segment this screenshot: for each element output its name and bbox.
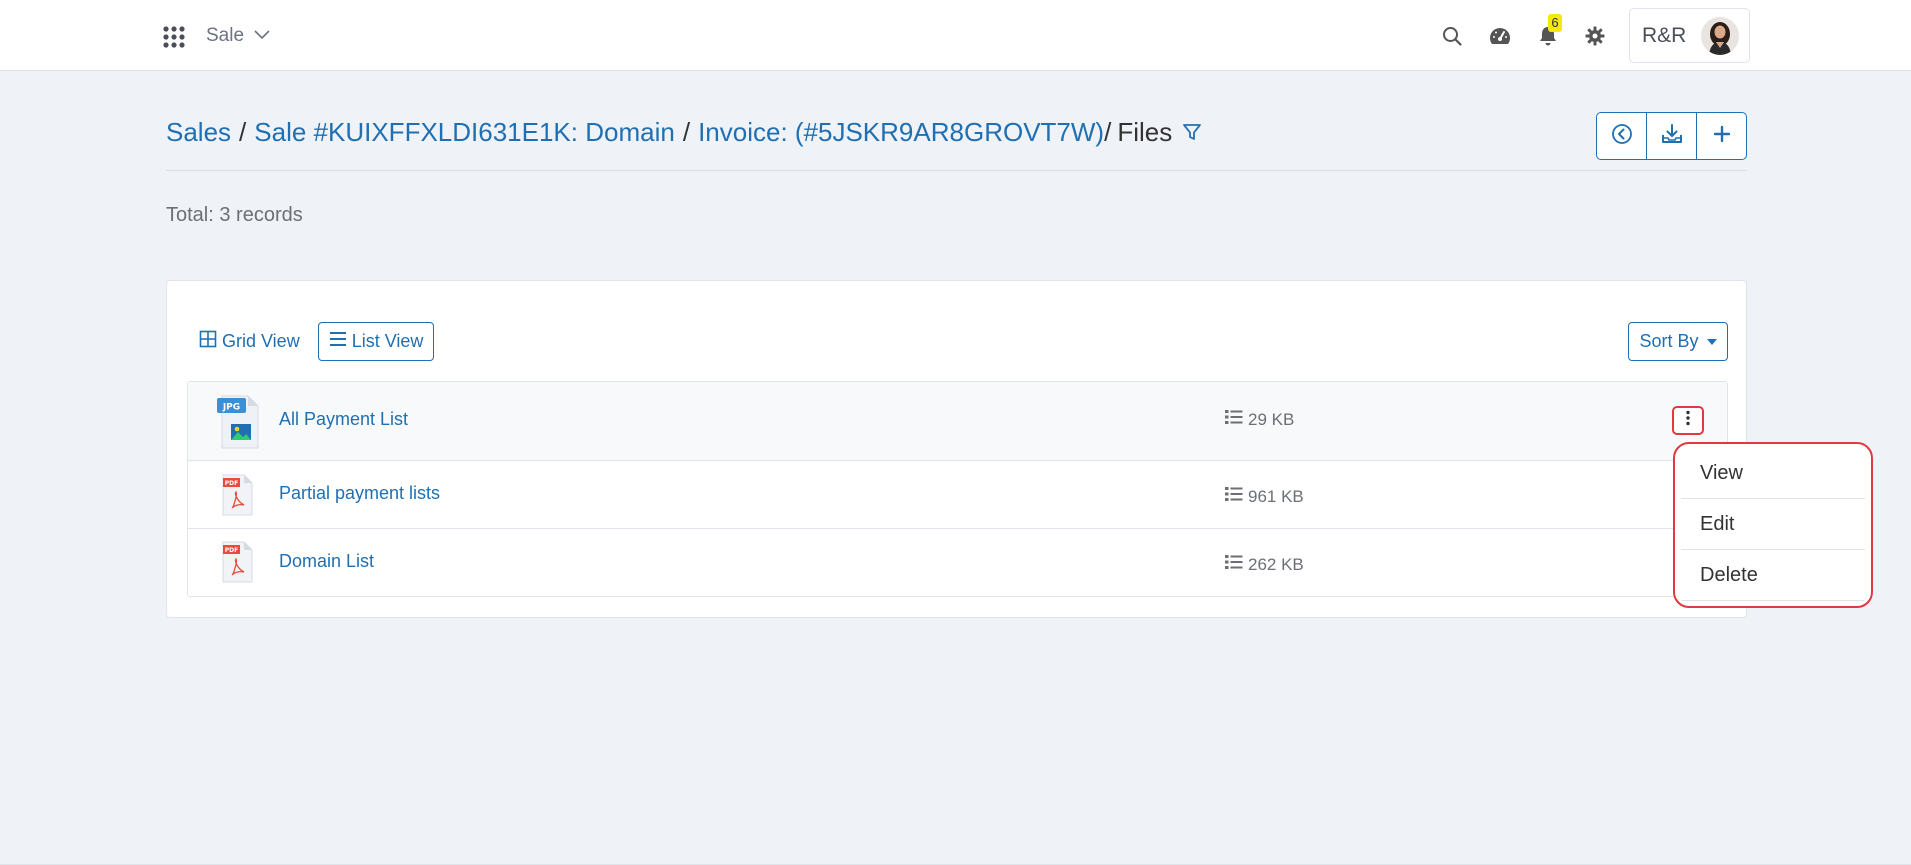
total-records-text: Total: 3 records bbox=[166, 204, 303, 226]
file-name-link[interactable]: Domain List bbox=[279, 551, 374, 572]
kebab-menu-icon bbox=[1685, 410, 1691, 431]
breadcrumb: Sales / Sale #KUIXFFXLDI631E1K: Domain /… bbox=[166, 115, 1202, 149]
list-icon bbox=[1225, 554, 1243, 575]
file-list: JPG All Payment List 29 KB PDF Partial p… bbox=[187, 381, 1728, 597]
header-divider bbox=[166, 170, 1747, 171]
file-context-menu: View Edit Delete bbox=[1673, 442, 1873, 608]
download-button[interactable] bbox=[1647, 113, 1697, 159]
dashboard-speedometer-icon[interactable] bbox=[1486, 22, 1514, 50]
list-item: PDF Domain List 262 KB bbox=[188, 529, 1727, 596]
list-item: PDF Partial payment lists 961 KB bbox=[188, 461, 1727, 529]
file-size: 262 KB bbox=[1225, 554, 1304, 575]
list-view-label: List View bbox=[351, 331, 424, 351]
pdf-file-icon[interactable]: PDF bbox=[220, 541, 254, 583]
menu-item-delete[interactable]: Delete bbox=[1681, 550, 1865, 601]
apps-grid-icon[interactable] bbox=[162, 25, 186, 49]
top-navbar: Sale 6 R&R bbox=[0, 0, 1911, 71]
breadcrumb-link-invoice[interactable]: Invoice: (#5JSKR9AR8GROVT7W) bbox=[698, 117, 1104, 148]
list-icon bbox=[1225, 486, 1243, 507]
list-icon bbox=[1225, 409, 1243, 430]
menu-item-edit[interactable]: Edit bbox=[1681, 499, 1865, 550]
file-size-value: 262 KB bbox=[1248, 554, 1304, 574]
circle-arrow-left-icon bbox=[1611, 123, 1633, 150]
user-initials: R&R bbox=[1642, 23, 1687, 47]
chevron-down-icon bbox=[254, 27, 270, 45]
view-toggle: Grid View List View bbox=[188, 322, 435, 361]
sort-by-label: Sort By bbox=[1639, 331, 1699, 351]
jpg-file-icon[interactable]: JPG bbox=[216, 394, 260, 450]
file-name-link[interactable]: All Payment List bbox=[279, 409, 408, 430]
list-icon bbox=[329, 331, 347, 352]
page-action-buttons bbox=[1596, 112, 1747, 160]
file-size-value: 29 KB bbox=[1248, 409, 1295, 429]
svg-text:PDF: PDF bbox=[225, 480, 238, 487]
notification-count-badge: 6 bbox=[1548, 14, 1562, 32]
user-menu[interactable]: R&R bbox=[1629, 8, 1750, 63]
caret-down-icon bbox=[1706, 338, 1717, 345]
filter-icon[interactable] bbox=[1182, 122, 1202, 142]
breadcrumb-current: Files bbox=[1117, 116, 1173, 147]
breadcrumb-link-sale[interactable]: Sale #KUIXFFXLDI631E1K: Domain bbox=[254, 117, 675, 148]
breadcrumb-separator: / bbox=[239, 116, 247, 147]
breadcrumb-separator: / bbox=[682, 116, 691, 147]
sort-by-dropdown[interactable]: Sort By bbox=[1628, 322, 1728, 361]
breadcrumb-separator: / bbox=[1104, 116, 1112, 147]
menu-item-view[interactable]: View bbox=[1681, 448, 1865, 499]
plus-icon bbox=[1713, 125, 1731, 148]
more-options-button[interactable] bbox=[1672, 406, 1704, 435]
file-name-link[interactable]: Partial payment lists bbox=[279, 483, 440, 504]
svg-text:PDF: PDF bbox=[225, 547, 238, 554]
back-button[interactable] bbox=[1597, 113, 1647, 159]
grid-icon bbox=[199, 330, 217, 353]
download-tray-icon bbox=[1661, 123, 1683, 150]
search-icon[interactable] bbox=[1438, 22, 1466, 50]
list-view-button[interactable]: List View bbox=[317, 322, 435, 361]
module-label: Sale bbox=[206, 25, 245, 46]
file-size: 29 KB bbox=[1225, 409, 1294, 430]
list-item: JPG All Payment List 29 KB bbox=[188, 382, 1727, 461]
grid-view-label: Grid View bbox=[222, 331, 300, 351]
file-size: 961 KB bbox=[1225, 486, 1304, 507]
grid-view-button[interactable]: Grid View bbox=[188, 322, 311, 361]
pdf-file-icon[interactable]: PDF bbox=[220, 474, 254, 516]
file-size-value: 961 KB bbox=[1248, 486, 1304, 506]
avatar bbox=[1701, 17, 1739, 55]
files-panel: Grid View List View Sort By JPG All Paym… bbox=[166, 280, 1747, 618]
breadcrumb-link-sales[interactable]: Sales bbox=[166, 117, 231, 148]
settings-gear-icon[interactable] bbox=[1581, 22, 1609, 50]
add-file-button[interactable] bbox=[1697, 113, 1746, 159]
svg-text:JPG: JPG bbox=[222, 403, 240, 413]
module-switcher[interactable]: Sale bbox=[206, 22, 270, 50]
